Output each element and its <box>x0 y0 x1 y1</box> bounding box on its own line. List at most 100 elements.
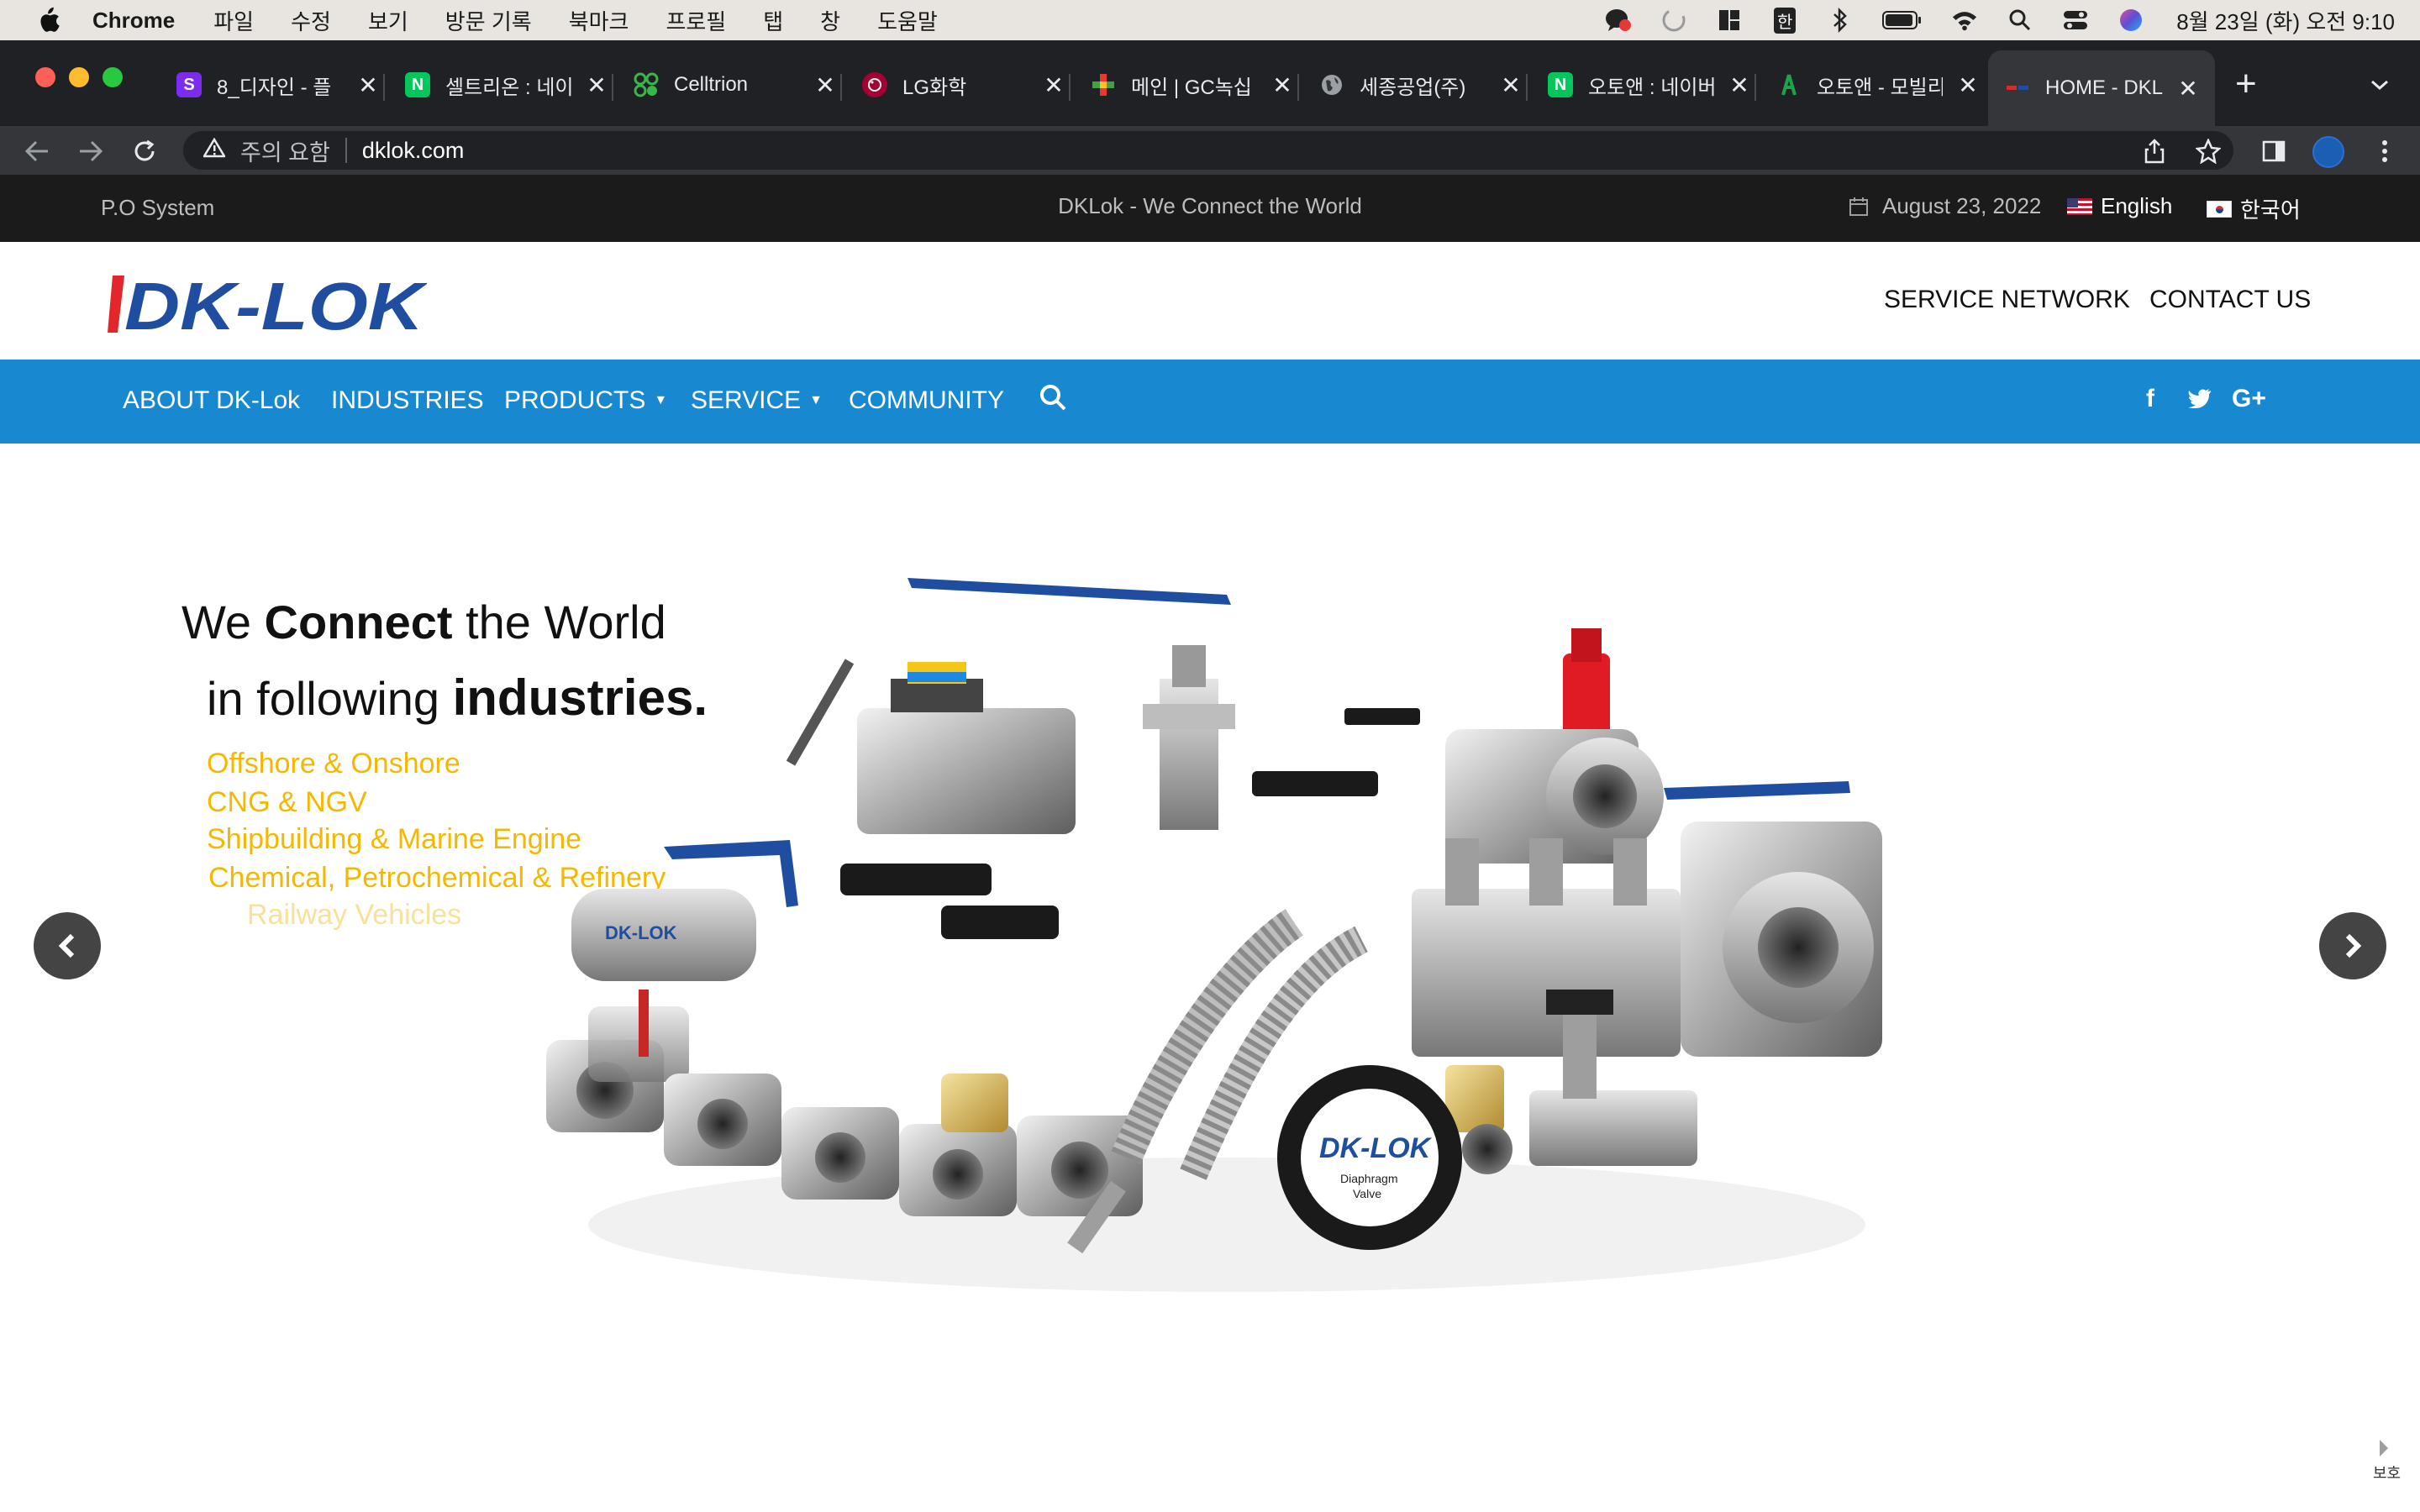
tab-close-icon[interactable]: ✕ <box>587 71 607 99</box>
contact-us-link[interactable]: CONTACT US <box>2149 286 2311 314</box>
globe-icon <box>1319 72 1344 97</box>
tab-title: 오토앤 : 네이버 <box>1588 76 1714 99</box>
tab-close-icon[interactable]: ✕ <box>1958 71 1978 99</box>
tab-title: 셀트리온 : 네이 <box>445 76 571 99</box>
search-icon[interactable] <box>1039 383 1069 413</box>
slider-next-button[interactable] <box>2319 912 2386 979</box>
site-date-text: August 23, 2022 <box>1882 193 2042 218</box>
tab-close-icon[interactable]: ✕ <box>1501 71 1521 99</box>
svg-text:DK-LOK: DK-LOK <box>1319 1132 1433 1164</box>
tab-close-icon[interactable]: ✕ <box>2178 75 2198 102</box>
warning-triangle-icon[interactable] <box>202 137 227 164</box>
security-status-label[interactable]: 주의 요함 <box>240 134 330 167</box>
gc-favicon-icon <box>1091 72 1116 97</box>
menu-app-chrome[interactable]: Chrome <box>92 8 175 34</box>
window-minimize-button[interactable] <box>69 67 89 87</box>
dklok-logo[interactable]: DK-LOK <box>108 272 427 336</box>
google-plus-icon[interactable]: G+ <box>2232 385 2266 413</box>
browser-tab[interactable]: LG화학 ✕ <box>862 57 1064 113</box>
bookmark-star-icon[interactable] <box>2191 134 2225 168</box>
browser-toolbar: 주의 요함 dklok.com <box>0 126 2420 175</box>
menu-window[interactable]: 창 <box>820 5 840 36</box>
apple-icon[interactable] <box>35 7 60 34</box>
browser-tab[interactable]: N 셀트리온 : 네이 ✕ <box>405 57 607 113</box>
layout-icon[interactable] <box>1716 7 1743 34</box>
menu-help[interactable]: 도움말 <box>877 5 938 36</box>
nav-community[interactable]: COMMUNITY <box>849 386 1004 415</box>
nav-industries[interactable]: INDUSTRIES <box>331 386 484 415</box>
tab-close-icon[interactable]: ✕ <box>1272 71 1292 99</box>
products-collage-image: DK-LOK DK-LOK Diaphragm Valve <box>546 578 1882 1292</box>
more-menu-icon[interactable] <box>2368 134 2402 168</box>
chevron-right-icon <box>2345 933 2362 958</box>
menubar-status-area: 한 8월 23일 (화) 오전 9:10 <box>1605 0 2395 40</box>
twitter-icon[interactable] <box>2188 386 2212 415</box>
menu-profiles[interactable]: 프로필 <box>666 5 726 36</box>
nav-industries-label: INDUSTRIES <box>331 386 484 414</box>
recaptcha-label: 보호 <box>2373 1465 2402 1482</box>
url-text[interactable]: dklok.com <box>362 138 465 164</box>
input-method-icon[interactable]: 한 <box>1771 7 1798 34</box>
language-english-link[interactable]: English <box>2067 193 2172 219</box>
forward-button[interactable] <box>72 133 109 170</box>
browser-tab[interactable]: 메인 | GC녹십 ✕ <box>1091 57 1292 113</box>
search-icon[interactable] <box>2007 7 2033 34</box>
siri-icon[interactable] <box>2118 7 2144 34</box>
browser-tab[interactable]: Celltrion ✕ <box>634 57 835 113</box>
browser-tab[interactable]: 세종공업(주) ✕ <box>1319 57 1521 113</box>
browser-tab-active[interactable]: HOME - DKL ✕ <box>1988 50 2215 126</box>
window-close-button[interactable] <box>35 67 55 87</box>
back-button[interactable] <box>18 133 55 170</box>
forward-arrow-icon <box>80 140 103 162</box>
autoen-favicon-icon <box>1776 72 1802 97</box>
slider-prev-button[interactable] <box>34 912 101 979</box>
battery-icon[interactable] <box>1882 7 1923 34</box>
language-english-label: English <box>2101 193 2173 218</box>
service-network-link[interactable]: SERVICE NETWORK <box>1884 286 2130 314</box>
wifi-icon[interactable] <box>1951 7 1978 34</box>
menu-tab[interactable]: 탭 <box>763 5 783 36</box>
window-zoom-button[interactable] <box>103 67 123 87</box>
menu-file[interactable]: 파일 <box>213 5 254 36</box>
menu-view[interactable]: 보기 <box>368 5 408 36</box>
new-tab-button[interactable]: + <box>2235 66 2257 102</box>
chat-icon[interactable] <box>1605 7 1632 34</box>
browser-tab[interactable]: 오토앤 - 모빌리 ✕ <box>1776 57 1978 113</box>
menu-edit[interactable]: 수정 <box>291 5 331 36</box>
reload-icon <box>134 139 155 161</box>
tab-close-icon[interactable]: ✕ <box>1044 71 1064 99</box>
bluetooth-icon[interactable] <box>1827 7 1854 34</box>
address-bar[interactable]: 주의 요함 dklok.com <box>183 131 2233 170</box>
site-date: August 23, 2022 <box>1849 193 2041 219</box>
logo-text: DK-LOK <box>124 272 427 336</box>
tab-separator <box>1754 74 1756 101</box>
tab-title: 8_디자인 - 플 <box>217 76 332 99</box>
dklok-favicon-icon <box>2005 76 2030 101</box>
tab-close-icon[interactable]: ✕ <box>358 71 378 99</box>
tab-search-chevron-icon[interactable] <box>2370 71 2390 97</box>
activity-icon[interactable] <box>1660 7 1687 34</box>
site-top-bar: P.O System DKLok - We Connect the World … <box>0 175 2420 242</box>
menu-history[interactable]: 방문 기록 <box>445 5 532 36</box>
industry-item: CNG & NGV <box>207 786 367 818</box>
nav-products[interactable]: PRODUCTS ▼ <box>504 386 667 415</box>
control-center-icon[interactable] <box>2062 7 2089 34</box>
profile-avatar[interactable] <box>2312 136 2344 168</box>
nav-about[interactable]: ABOUT DK-Lok <box>123 386 300 415</box>
korea-flag-icon <box>2207 200 2232 218</box>
language-korean-link[interactable]: 한국어 <box>2207 193 2301 224</box>
input-method-label: 한 <box>1774 7 1797 34</box>
facebook-icon[interactable]: f <box>2146 385 2154 413</box>
tab-close-icon[interactable]: ✕ <box>815 71 835 99</box>
tab-close-icon[interactable]: ✕ <box>1729 71 1749 99</box>
menu-bookmarks[interactable]: 북마크 <box>569 5 629 36</box>
browser-tab[interactable]: N 오토앤 : 네이버 ✕ <box>1548 57 1749 113</box>
recaptcha-badge[interactable]: 보호 <box>2366 1438 2420 1488</box>
tab-separator <box>1297 74 1299 101</box>
nav-service[interactable]: SERVICE ▼ <box>691 386 823 415</box>
side-panel-icon[interactable] <box>2257 134 2291 168</box>
menubar-clock[interactable]: 8월 23일 (화) 오전 9:10 <box>2176 5 2395 36</box>
reload-button[interactable] <box>126 133 163 170</box>
share-icon[interactable] <box>2138 134 2171 168</box>
browser-tab[interactable]: S 8_디자인 - 플 ✕ <box>176 57 378 113</box>
